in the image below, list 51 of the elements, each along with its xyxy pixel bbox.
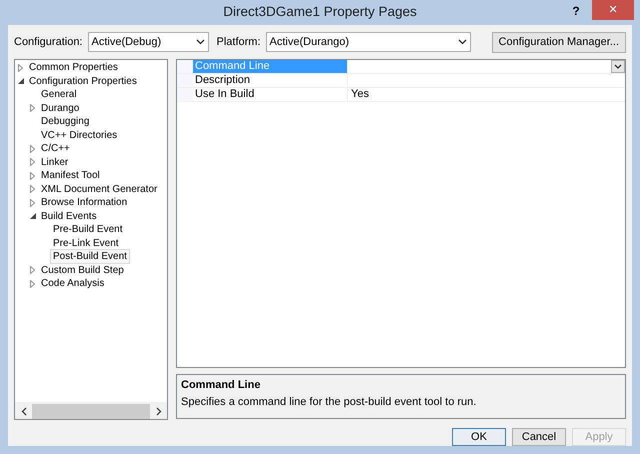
tree-item[interactable]: Build Events <box>38 208 100 224</box>
tree-item[interactable]: Durango <box>38 100 82 116</box>
tree-item[interactable]: Code Analysis <box>38 276 108 292</box>
configuration-dropdown[interactable]: Active(Debug) <box>88 32 208 52</box>
tree-item[interactable]: Linker <box>38 154 72 170</box>
scroll-right-icon[interactable] <box>156 406 162 416</box>
collapsed-arrow-icon[interactable] <box>30 185 35 194</box>
help-button[interactable]: ? <box>570 3 582 19</box>
dialog-button[interactable]: Cancel <box>512 428 566 446</box>
caret-icon <box>196 39 204 45</box>
tree-item[interactable]: C/C++ <box>38 141 73 156</box>
tree-item[interactable]: Pre-Link Event <box>50 236 122 251</box>
configuration-label: Configuration: <box>14 34 82 50</box>
description-text: Specifies a command line for the post-build event tool to run. <box>181 394 478 410</box>
collapsed-arrow-icon[interactable] <box>30 172 35 180</box>
scroll-left-icon[interactable] <box>20 406 26 416</box>
tree-item[interactable]: XML Document Generator <box>38 182 160 197</box>
configuration-manager-button[interactable]: Configuration Manager... <box>492 32 626 52</box>
expanded-arrow-icon[interactable] <box>30 213 36 220</box>
scrollbar-thumb[interactable] <box>32 404 150 418</box>
tree-item[interactable]: General <box>38 87 80 102</box>
tree-item[interactable]: VC++ Directories <box>38 128 120 143</box>
collapsed-arrow-icon[interactable] <box>30 266 35 274</box>
collapsed-arrow-icon[interactable] <box>30 280 35 288</box>
collapsed-arrow-icon[interactable] <box>30 198 35 207</box>
caret-icon <box>458 39 467 45</box>
tree-item[interactable]: Pre-Build Event <box>50 222 126 238</box>
caret-icon <box>614 64 622 69</box>
collapsed-arrow-icon[interactable] <box>30 158 35 166</box>
platform-label: Platform: <box>216 34 261 50</box>
tree-item[interactable]: Manifest Tool <box>38 168 103 184</box>
property-name[interactable]: Description <box>193 74 347 87</box>
close-button[interactable]: ✕ <box>592 0 634 20</box>
property-name[interactable]: Use In Build <box>193 88 347 101</box>
tree-item[interactable]: Debugging <box>38 114 92 130</box>
tree-item[interactable]: Post-Build Event <box>50 249 130 264</box>
property-value[interactable]: Yes <box>351 88 369 101</box>
expanded-arrow-icon[interactable] <box>18 78 24 84</box>
horizontal-scrollbar[interactable] <box>15 402 167 419</box>
dialog-button[interactable]: OK <box>452 428 506 446</box>
platform-dropdown[interactable]: Active(Durango) <box>266 32 471 52</box>
window-title: Direct3DGame1 Property Pages <box>223 3 417 22</box>
tree-item[interactable]: Browse Information <box>38 195 130 210</box>
description-title: Command Line <box>181 378 262 393</box>
tree-item[interactable]: Custom Build Step <box>38 262 127 278</box>
collapsed-arrow-icon[interactable] <box>18 64 23 72</box>
collapsed-arrow-icon[interactable] <box>30 144 35 153</box>
collapsed-arrow-icon[interactable] <box>30 104 35 112</box>
tree-item[interactable]: Configuration Properties <box>26 74 140 89</box>
tree-item[interactable]: Common Properties <box>26 60 121 76</box>
dropdown-button[interactable] <box>611 60 625 73</box>
